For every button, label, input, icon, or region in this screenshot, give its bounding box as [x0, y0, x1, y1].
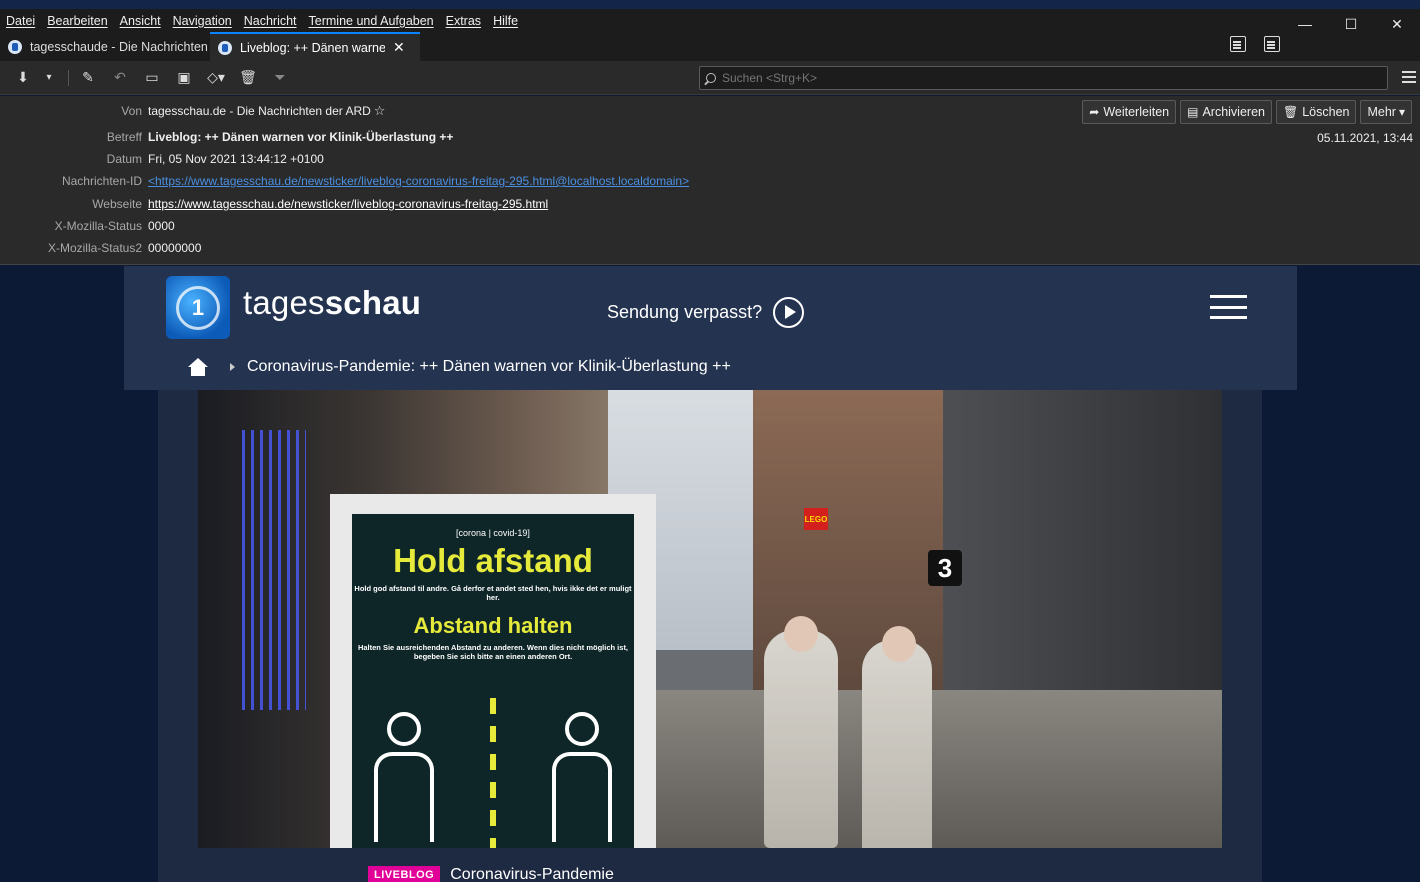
get-messages-icon[interactable]: ⬇: [10, 66, 36, 90]
three-logo-icon: 3: [928, 550, 962, 586]
received-date: 05.11.2021, 13:44: [1317, 131, 1413, 145]
tab-label: tagesschaude - Die Nachrichten: [30, 39, 208, 54]
date-value: Fri, 05 Nov 2021 13:44:12 +0100: [148, 152, 324, 166]
tagesschau-header: 1 tagesschau Sendung verpasst? Coronavir…: [124, 266, 1297, 390]
sendung-label: Sendung verpasst?: [607, 302, 763, 322]
sign-heading-de: Abstand halten: [413, 612, 573, 638]
tagesschau-brand[interactable]: tagesschau: [243, 284, 421, 322]
tab-label: Liveblog: ++ Dänen warnen: [240, 40, 385, 55]
from-label: Von: [121, 104, 142, 118]
menubar: Datei Bearbeiten Ansicht Navigation Nach…: [0, 9, 1420, 32]
tabbar: tagesschaude - Die Nachrichten Liveblog:…: [0, 32, 1420, 61]
play-icon: [773, 297, 805, 328]
search-input[interactable]: [722, 71, 1322, 85]
more-button[interactable]: Mehr ▾: [1360, 100, 1412, 124]
status-value: 0000: [148, 219, 175, 233]
forward-button[interactable]: ➦ Weiterleiten: [1082, 100, 1177, 124]
desktop-strip: [0, 0, 1420, 9]
website-link[interactable]: https://www.tagesschau.de/newsticker/liv…: [148, 197, 548, 211]
forward-label: Weiterleiten: [1103, 105, 1170, 119]
from-value[interactable]: tagesschau.de - Die Nachrichten der ARD: [148, 104, 371, 118]
reply-icon[interactable]: ↶: [107, 66, 133, 90]
liveblog-badge: LIVEBLOG: [368, 866, 441, 882]
message-header: Von tagesschau.de - Die Nachrichten der …: [0, 96, 1420, 265]
person-figure-icon: [372, 712, 436, 848]
site-menu-icon[interactable]: [1210, 295, 1247, 319]
tab-tagesschau[interactable]: tagesschaude - Die Nachrichten: [0, 32, 210, 61]
breadcrumb-arrow-icon: [230, 363, 235, 371]
breadcrumb: Coronavirus-Pandemie: ++ Dänen warnen vo…: [188, 358, 731, 376]
menu-bearbeiten[interactable]: Bearbeiten: [47, 14, 107, 28]
tag-icon[interactable]: ◇▾: [203, 66, 229, 90]
lego-logo-icon: LEGO: [804, 508, 828, 530]
archive-label: Archivieren: [1202, 105, 1265, 119]
article-kicker[interactable]: Coronavirus-Pandemie: [450, 866, 614, 882]
distance-line: [490, 698, 496, 848]
sign-heading-da: Hold afstand: [393, 542, 593, 579]
header-date-row: Datum Fri, 05 Nov 2021 13:44:12 +0100: [0, 149, 324, 169]
archive-icon: ▤: [1187, 105, 1199, 119]
toolbar-divider: [68, 69, 69, 86]
app-menu-icon[interactable]: [1402, 71, 1416, 83]
tagesschau-favicon-icon: [8, 39, 22, 54]
hero-image: LEGO 3 [corona | covid-19] Hold afstand …: [198, 390, 1222, 848]
corona-sign: [corona | covid-19] Hold afstand Hold go…: [330, 494, 656, 848]
header-msgid-row: Nachrichten-ID <https://www.tagesschau.d…: [0, 171, 689, 191]
tagesschau-favicon-icon: [218, 40, 232, 55]
header-website-row: Webseite https://www.tagesschau.de/newst…: [0, 194, 548, 214]
sign-text-de: Halten Sie ausreichenden Abstand zu ande…: [357, 642, 629, 662]
tab-toolbar-icons: [1230, 36, 1280, 52]
header-status2-row: X-Mozilla-Status2 00000000: [0, 238, 201, 258]
msgid-link[interactable]: <https://www.tagesschau.de/newsticker/li…: [148, 174, 689, 188]
chat-icon[interactable]: ▭: [139, 66, 165, 90]
star-icon[interactable]: ☆: [374, 103, 386, 119]
filter-icon[interactable]: ⏷: [267, 66, 293, 90]
menu-datei[interactable]: Datei: [6, 14, 35, 28]
tagesschau-logo-icon[interactable]: 1: [166, 276, 230, 339]
menu-ansicht[interactable]: Ansicht: [120, 14, 161, 28]
status-label: X-Mozilla-Status: [54, 219, 142, 233]
sendung-verpasst-link[interactable]: Sendung verpasst?: [607, 297, 805, 328]
date-label: Datum: [106, 152, 142, 166]
chevron-down-icon[interactable]: ▾: [42, 66, 56, 90]
header-subject-row: Betreff Liveblog: ++ Dänen warnen vor Kl…: [0, 127, 454, 147]
more-label: Mehr: [1367, 105, 1396, 119]
search-box[interactable]: [699, 66, 1388, 90]
menu-termine[interactable]: Termine und Aufgaben: [309, 14, 434, 28]
search-icon: [706, 73, 716, 83]
menu-hilfe[interactable]: Hilfe: [493, 14, 518, 28]
menu-extras[interactable]: Extras: [446, 14, 481, 28]
status2-label: X-Mozilla-Status2: [47, 241, 142, 255]
delete-button[interactable]: 🗑 Löschen: [1275, 100, 1357, 124]
close-tab-icon[interactable]: ✕: [393, 39, 405, 56]
article-kicker-row: LIVEBLOG Coronavirus-Pandemie: [368, 866, 614, 882]
subject-value: Liveblog: ++ Dänen warnen vor Klinik-Übe…: [148, 130, 454, 144]
calendar-icon[interactable]: [1230, 36, 1246, 52]
subject-label: Betreff: [106, 130, 142, 144]
person-figure-icon: [550, 712, 614, 848]
sign-text-da: Hold god afstand til andre. Gå derfor et…: [354, 584, 632, 603]
tasks-icon[interactable]: [1264, 36, 1280, 52]
trash-icon: 🗑: [1282, 105, 1299, 119]
menu-nachricht[interactable]: Nachricht: [244, 14, 297, 28]
sign-tag: [corona | covid-19]: [456, 528, 530, 538]
chevron-down-icon: ▾: [1398, 105, 1405, 119]
header-from-row: Von tagesschau.de - Die Nachrichten der …: [0, 101, 385, 121]
header-actions: ➦ Weiterleiten ▤ Archivieren 🗑 Löschen Mehr…: [1082, 100, 1412, 124]
header-status-row: X-Mozilla-Status 0000: [0, 216, 175, 236]
message-body: 1 tagesschau Sendung verpasst? Coronavir…: [0, 266, 1420, 882]
home-icon[interactable]: [188, 358, 208, 376]
msgid-label: Nachrichten-ID: [61, 174, 142, 188]
write-pencil-icon[interactable]: ✎: [75, 66, 101, 90]
delete-label: Löschen: [1302, 105, 1350, 119]
website-label: Webseite: [92, 197, 142, 211]
breadcrumb-current: Coronavirus-Pandemie: ++ Dänen warnen vo…: [247, 358, 731, 375]
menu-navigation[interactable]: Navigation: [173, 14, 232, 28]
tab-liveblog[interactable]: Liveblog: ++ Dänen warnen ✕: [210, 32, 420, 61]
address-book-icon[interactable]: ▣: [171, 66, 197, 90]
forward-arrow-icon: ➦: [1089, 105, 1100, 119]
archive-button[interactable]: ▤ Archivieren: [1180, 100, 1272, 124]
trash-icon[interactable]: 🗑: [235, 66, 261, 90]
status2-value: 00000000: [148, 241, 202, 255]
